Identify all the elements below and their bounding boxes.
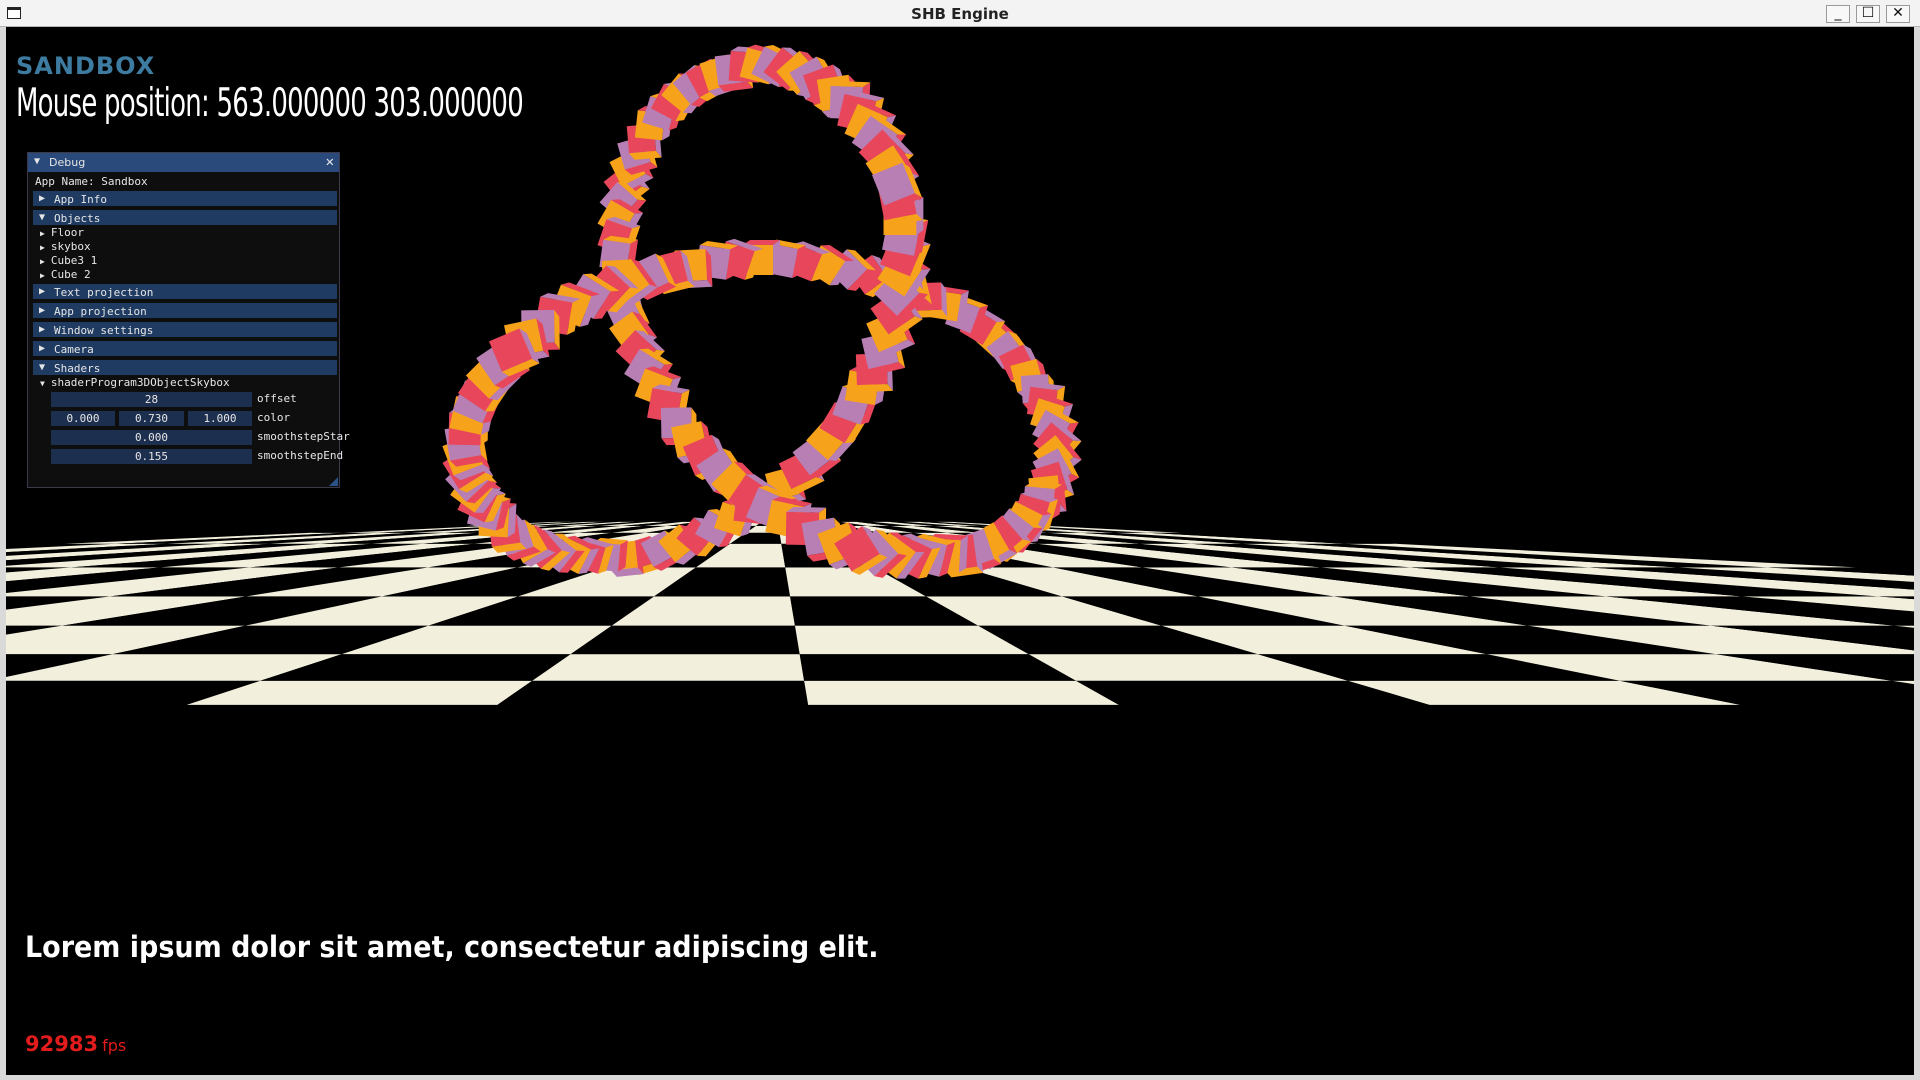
caret-right-icon: ▶ bbox=[40, 257, 45, 266]
tree-node-label: shaderProgram3DObjectSkybox bbox=[50, 376, 230, 389]
color-b-field[interactable]: 1.000 bbox=[188, 411, 252, 426]
close-icon[interactable]: ✕ bbox=[326, 154, 334, 170]
caret-right-icon: ▶ bbox=[39, 193, 46, 204]
debug-window-titlebar[interactable]: ▼ Debug ✕ bbox=[28, 153, 339, 172]
caret-right-icon: ▶ bbox=[39, 343, 46, 354]
window-titlebar[interactable]: SHB Engine _ ☐ ✕ bbox=[0, 0, 1920, 27]
tree-node-cube3-1[interactable]: ▶ Cube3 1 bbox=[40, 254, 97, 268]
header-label: Window settings bbox=[54, 324, 154, 337]
tree-node-label: Cube3 1 bbox=[50, 254, 98, 267]
tree-node-label: skybox bbox=[50, 240, 91, 253]
caret-right-icon: ▶ bbox=[40, 271, 45, 280]
trefoil-knot-of-cubes bbox=[442, 44, 1082, 579]
color-g-field[interactable]: 0.730 bbox=[119, 411, 184, 426]
mouse-position-readout: Mouse position: 563.000000 303.000000 bbox=[16, 81, 524, 126]
maximize-button[interactable]: ☐ bbox=[1856, 5, 1880, 23]
caret-right-icon: ▶ bbox=[40, 229, 45, 238]
header-text-projection[interactable]: ▶ Text projection bbox=[33, 284, 337, 299]
smoothstep-start-field[interactable]: 0.000 bbox=[51, 430, 252, 445]
tree-node-label: Cube 2 bbox=[50, 268, 91, 281]
knot-cube-face bbox=[773, 240, 780, 275]
header-label: Text projection bbox=[54, 286, 154, 299]
caret-down-icon: ▼ bbox=[39, 212, 46, 223]
smoothstep-end-label: smoothstepEnd bbox=[257, 449, 344, 462]
header-objects[interactable]: ▼ Objects bbox=[33, 210, 337, 225]
mouse-x-value: 563.000000 bbox=[216, 81, 367, 126]
header-label: Objects bbox=[54, 212, 101, 225]
tree-node-skybox[interactable]: ▶ skybox bbox=[40, 240, 91, 254]
app-name-text: App Name: Sandbox bbox=[35, 175, 148, 188]
tree-node-shader-program[interactable]: ▼ shaderProgram3DObjectSkybox bbox=[40, 376, 230, 390]
tree-node-floor[interactable]: ▶ Floor bbox=[40, 226, 84, 240]
debug-window[interactable]: ▼ Debug ✕ App Name: Sandbox ▶ App Info ▼… bbox=[27, 152, 350, 488]
fps-counter: 92983 fps bbox=[25, 1032, 126, 1056]
collapse-arrow-icon[interactable]: ▼ bbox=[34, 156, 40, 167]
header-app-projection[interactable]: ▶ App projection bbox=[33, 303, 337, 318]
fps-value: 92983 bbox=[25, 1032, 99, 1056]
header-label: Shaders bbox=[54, 362, 101, 375]
window-border-right[interactable] bbox=[1914, 27, 1920, 1080]
caret-down-icon: ▼ bbox=[40, 379, 45, 388]
caret-right-icon: ▶ bbox=[39, 305, 46, 316]
color-label: color bbox=[257, 411, 291, 424]
resize-grip-icon[interactable] bbox=[329, 477, 338, 486]
floor-tile bbox=[804, 680, 1119, 705]
color-r-field[interactable]: 0.000 bbox=[51, 411, 115, 426]
app-name-label: Sandbox bbox=[16, 52, 156, 80]
header-label: App projection bbox=[54, 305, 147, 318]
header-app-info[interactable]: ▶ App Info bbox=[33, 191, 337, 206]
header-window-settings[interactable]: ▶ Window settings bbox=[33, 322, 337, 337]
caret-right-icon: ▶ bbox=[40, 243, 45, 252]
header-label: Camera bbox=[54, 343, 94, 356]
floor-tile bbox=[497, 680, 809, 705]
minimize-button[interactable]: _ bbox=[1826, 5, 1850, 23]
header-shaders[interactable]: ▼ Shaders bbox=[33, 360, 337, 375]
caret-right-icon: ▶ bbox=[39, 286, 46, 297]
caret-down-icon: ▼ bbox=[39, 362, 46, 373]
mouse-position-label: Mouse position: bbox=[16, 81, 210, 126]
header-label: App Info bbox=[54, 193, 107, 206]
debug-window-title: Debug bbox=[49, 156, 86, 169]
floor-tile bbox=[532, 654, 805, 681]
window-border-bottom[interactable] bbox=[0, 1075, 1920, 1080]
mouse-y-value: 303.000000 bbox=[373, 81, 524, 126]
window-title: SHB Engine bbox=[911, 5, 1009, 23]
smoothstep-end-field[interactable]: 0.155 bbox=[51, 449, 252, 464]
header-camera[interactable]: ▶ Camera bbox=[33, 341, 337, 356]
close-button[interactable]: ✕ bbox=[1886, 5, 1910, 23]
offset-label: offset bbox=[257, 392, 297, 405]
lorem-text: Lorem ipsum dolor sit amet, consectetur … bbox=[25, 930, 879, 964]
smoothstep-start-label: smoothstepStar bbox=[257, 430, 350, 443]
fps-unit: fps bbox=[102, 1036, 127, 1055]
offset-drag-field[interactable]: 28 bbox=[51, 392, 252, 407]
tree-node-label: Floor bbox=[50, 226, 84, 239]
caret-right-icon: ▶ bbox=[39, 324, 46, 335]
tree-node-cube-2[interactable]: ▶ Cube 2 bbox=[40, 268, 91, 282]
floor-tile bbox=[799, 654, 1076, 681]
knot-cube-face bbox=[856, 384, 893, 392]
